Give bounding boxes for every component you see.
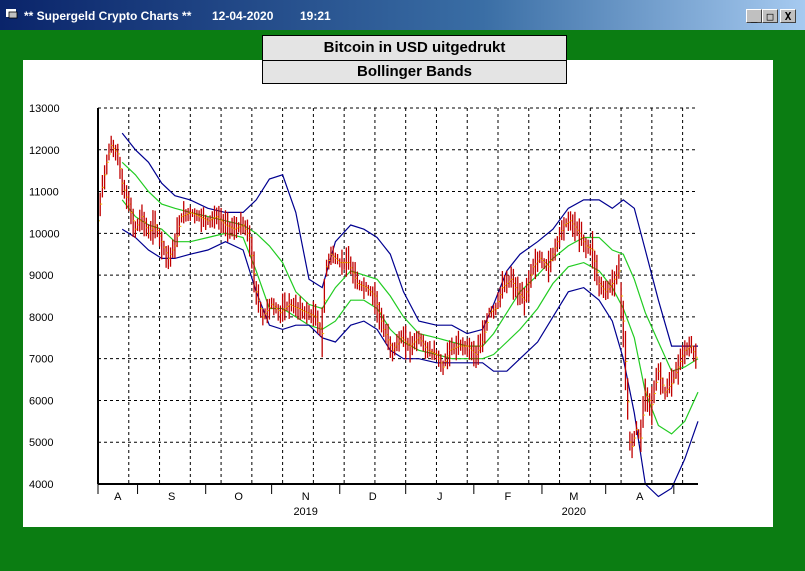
x-month-label: F (505, 491, 512, 503)
y-tick-label: 12000 (29, 145, 60, 157)
y-tick-label: 9000 (29, 270, 53, 282)
window-date: 12-04-2020 (212, 9, 274, 23)
y-tick-label: 13000 (29, 103, 60, 115)
x-month-label: A (636, 491, 644, 503)
app-icon (6, 9, 18, 19)
x-month-label: M (569, 491, 578, 503)
chart-svg: 13000 12000 11000 10000 9000 8000 7000 6000 5000… (29, 103, 699, 518)
y-tick-label: 6000 (29, 395, 53, 407)
band-line (121, 132, 698, 347)
x-year-label: 2020 (562, 506, 586, 518)
x-month-label: D (369, 491, 377, 503)
x-month-label: J (437, 491, 443, 503)
x-year-label: 2019 (293, 506, 317, 518)
y-tick-label: 11000 (29, 187, 59, 199)
chart-title: Bitcoin in USD uitgedrukt (262, 35, 567, 61)
price-bars (97, 135, 698, 459)
x-month-label: O (234, 491, 243, 503)
y-tick-label: 4000 (29, 479, 53, 491)
chart-subtitle: Bollinger Bands (262, 60, 567, 84)
y-tick-label: 10000 (29, 228, 60, 240)
maximize-button[interactable]: □ (762, 9, 778, 23)
band-line (121, 228, 699, 498)
y-tick-label: 7000 (29, 354, 53, 366)
chart-panel: 13000 12000 11000 10000 9000 8000 7000 6000 5000… (23, 60, 773, 527)
window-title: ** Supergeld Crypto Charts ** (24, 9, 192, 23)
x-month-label: S (168, 491, 175, 503)
y-tick-label: 8000 (29, 312, 53, 324)
x-month-label: A (114, 491, 122, 503)
minimize-button[interactable]: _ (746, 9, 762, 23)
y-tick-label: 5000 (29, 437, 53, 449)
x-month-label: N (302, 491, 310, 503)
title-bar: ** Supergeld Crypto Charts ** 12-04-2020… (0, 0, 805, 30)
close-button[interactable]: X (780, 9, 796, 23)
window-time: 19:21 (300, 9, 331, 23)
